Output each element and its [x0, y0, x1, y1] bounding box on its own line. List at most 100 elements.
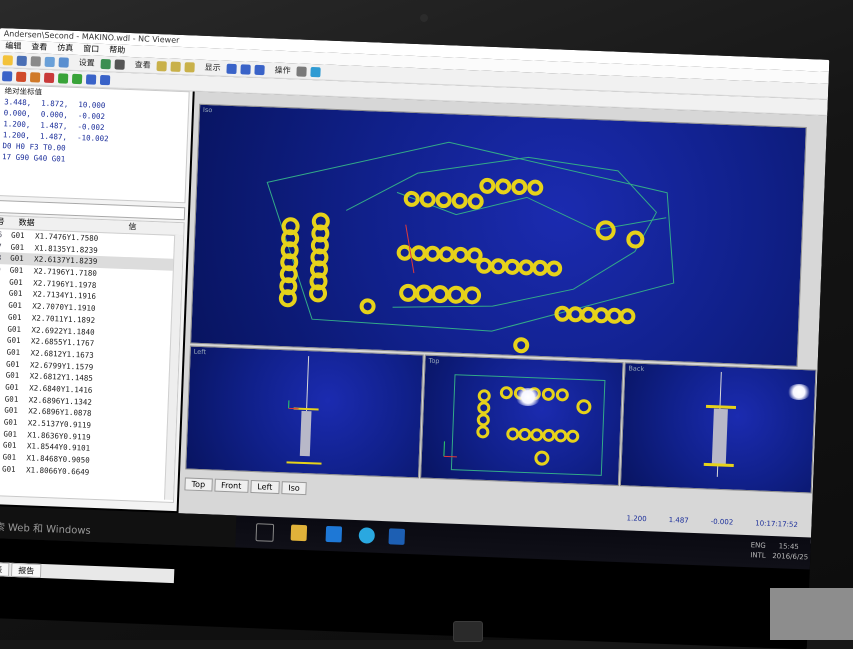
menu-window[interactable]: 窗口 — [83, 43, 99, 56]
col-header-line[interactable]: 号 — [0, 216, 15, 229]
nc-code-list: 号 数据 信 96G01X1.7476Y1.758097G01X1.8135Y1… — [0, 215, 185, 503]
line-number: 96 — [0, 229, 11, 241]
skip-end-icon[interactable] — [100, 74, 110, 84]
left-panel: 绝对坐标值 3.448,1.872,10.000 0.000,0.000,-0.… — [0, 84, 193, 511]
g-code: G01 — [9, 288, 33, 301]
screen-glare — [787, 384, 811, 400]
view-tab-iso[interactable]: Iso — [281, 481, 307, 495]
status-z: -0.002 — [710, 516, 733, 529]
search-placeholder: 搜索 Web 和 Windows — [0, 518, 91, 537]
operation-icon[interactable] — [296, 66, 306, 76]
menu-simulate[interactable]: 仿真 — [57, 42, 73, 55]
left-view-canvas — [186, 347, 423, 478]
coordinates: X1.8066Y0.6649 — [26, 464, 126, 480]
clock-time[interactable]: 15:45 — [779, 542, 799, 551]
save-icon[interactable] — [17, 55, 27, 65]
menu-view[interactable]: 查看 — [31, 41, 47, 54]
top-viewport[interactable]: Top — [420, 355, 624, 487]
g-code: G01 — [5, 393, 29, 406]
zoom-fit-icon[interactable] — [184, 62, 194, 72]
operation-label[interactable]: 操作 — [274, 65, 290, 77]
language-indicator[interactable]: ENG — [751, 541, 766, 550]
nc-viewer-taskbar-icon[interactable] — [388, 528, 405, 545]
webcam — [420, 14, 428, 22]
record-icon[interactable] — [44, 72, 54, 82]
reset-icon[interactable] — [30, 72, 40, 82]
top-view-canvas — [421, 356, 623, 485]
g-code: G01 — [6, 358, 30, 371]
step-forward-icon[interactable] — [72, 73, 82, 83]
zoom-out-icon[interactable] — [170, 61, 180, 71]
display-mode-icon[interactable] — [226, 63, 236, 73]
iso-viewport[interactable]: Iso — [190, 104, 807, 367]
viewport-area: Iso Left Top Back — [178, 92, 827, 544]
print-icon[interactable] — [31, 56, 41, 66]
g-code: G01 — [10, 253, 34, 266]
line-number: 99 — [0, 264, 10, 276]
clock-date[interactable]: 2016/6/25 — [772, 552, 808, 561]
toolpath-canvas — [191, 105, 806, 366]
setting-label[interactable]: 设置 — [79, 57, 95, 69]
viewport-title: Back — [628, 364, 644, 373]
g-code: G01 — [8, 311, 32, 324]
open-file-icon[interactable] — [3, 55, 13, 65]
status-x: 1.200 — [626, 512, 646, 525]
tab-list[interactable]: 列表 — [0, 562, 9, 577]
status-y: 1.487 — [668, 514, 688, 527]
tab-report[interactable]: 报告 — [11, 563, 42, 578]
wireframe-icon[interactable] — [240, 64, 250, 74]
fast-forward-icon[interactable] — [86, 74, 96, 84]
g-code: G01 — [4, 405, 28, 418]
help-icon[interactable] — [59, 57, 69, 67]
filter-icon[interactable] — [115, 59, 125, 69]
refresh-icon[interactable] — [310, 66, 320, 76]
windows-logo-button — [453, 621, 483, 642]
laptop-screen: Andersen\Second - MAKINO.wdl - NC Viewer… — [0, 28, 829, 649]
edge-browser-icon[interactable] — [326, 526, 343, 543]
browser-icon[interactable] — [358, 527, 375, 544]
line-number: 97 — [0, 241, 11, 253]
system-tray: ENG INTL 15:45 2016/6/25 — [640, 537, 811, 566]
file-explorer-icon[interactable] — [291, 525, 308, 542]
g-code: G01 — [7, 323, 31, 336]
g-code: G01 — [3, 440, 27, 453]
status-time: 10:17:17:52 — [755, 517, 798, 531]
run-icon[interactable] — [58, 73, 68, 83]
g-code: G01 — [3, 428, 27, 441]
g-code: G01 — [5, 370, 29, 383]
g-code: G01 — [7, 335, 31, 348]
setting-grid-icon[interactable] — [101, 58, 111, 68]
toolpath-icon[interactable] — [254, 64, 264, 74]
screen-glare — [515, 388, 541, 406]
back-viewport[interactable]: Back — [620, 362, 817, 493]
back-view-canvas — [621, 363, 816, 492]
copy-icon[interactable] — [45, 56, 55, 66]
col-header-info[interactable]: 信 — [128, 221, 168, 235]
view-tab-top[interactable]: Top — [184, 477, 212, 491]
task-view-icon[interactable] — [255, 523, 274, 542]
zoom-in-icon[interactable] — [156, 61, 166, 71]
keyboard-layout[interactable]: INTL — [750, 551, 766, 560]
viewport-title: Left — [194, 348, 207, 356]
list-rows: 96G01X1.7476Y1.758097G01X1.8135Y1.823998… — [0, 229, 183, 482]
status-bar: 1.200 1.487 -0.002 10:17:17:52 — [618, 512, 816, 532]
g-code: G01 — [2, 451, 26, 464]
g-code: G01 — [2, 463, 26, 476]
g-code: G01 — [9, 265, 33, 278]
g-code: G01 — [11, 230, 35, 243]
display-label[interactable]: 显示 — [204, 62, 220, 74]
stop-icon[interactable] — [16, 71, 26, 81]
play-icon[interactable] — [2, 71, 12, 81]
laptop-hinge — [770, 588, 853, 640]
viewport-title: Top — [428, 357, 439, 365]
view-tab-front[interactable]: Front — [214, 479, 249, 493]
left-viewport[interactable]: Left — [185, 346, 424, 479]
menu-edit[interactable]: 编辑 — [5, 40, 21, 53]
g-code: G01 — [8, 300, 32, 313]
menu-help[interactable]: 帮助 — [109, 44, 125, 57]
line-number: 98 — [0, 252, 10, 264]
line-number: 00 — [0, 276, 9, 288]
left-panel-tabs: 列表 报告 — [0, 562, 174, 583]
view-label[interactable]: 查看 — [134, 59, 150, 71]
view-tab-left[interactable]: Left — [250, 480, 280, 494]
